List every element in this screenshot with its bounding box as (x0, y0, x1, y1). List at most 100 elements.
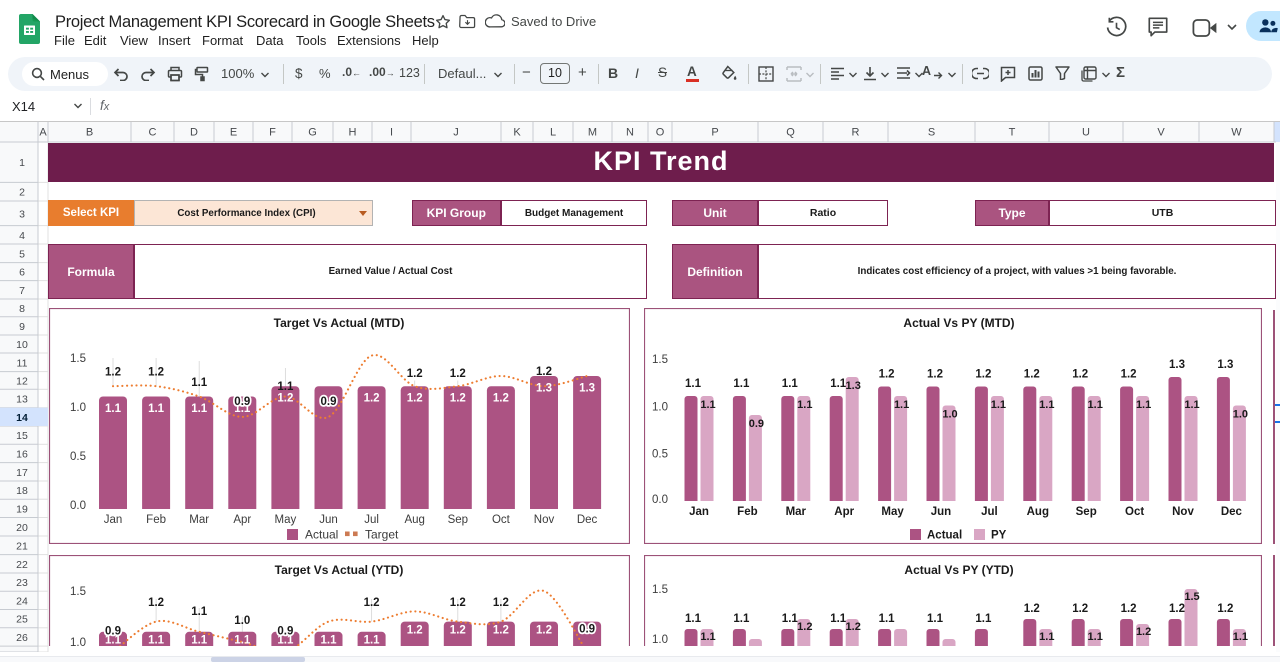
svg-text:1.1: 1.1 (975, 613, 992, 625)
svg-text:1.1: 1.1 (685, 613, 702, 625)
svg-text:0.9: 0.9 (105, 626, 121, 638)
svg-text:Nov: Nov (1172, 506, 1194, 518)
svg-text:26: 26 (16, 632, 28, 644)
svg-text:1.1: 1.1 (991, 399, 1006, 411)
svg-text:1.1: 1.1 (879, 613, 896, 625)
svg-text:1.2: 1.2 (1072, 369, 1088, 381)
svg-text:1.2: 1.2 (493, 393, 509, 405)
svg-text:V: V (1157, 127, 1165, 139)
svg-text:1.1: 1.1 (700, 631, 715, 643)
svg-text:C: C (149, 127, 157, 139)
svg-text:1.2: 1.2 (846, 621, 861, 633)
svg-text:1.1: 1.1 (191, 377, 208, 389)
svg-text:1.0: 1.0 (234, 615, 250, 627)
svg-text:1.1: 1.1 (364, 635, 381, 646)
svg-text:D: D (190, 127, 198, 139)
svg-text:1.2: 1.2 (1217, 603, 1233, 615)
svg-text:1.2: 1.2 (493, 624, 509, 636)
svg-text:Apr: Apr (834, 506, 854, 518)
svg-text:1.0: 1.0 (942, 409, 957, 421)
svg-text:13: 13 (16, 394, 28, 406)
svg-text:20: 20 (16, 522, 28, 534)
svg-text:1.1: 1.1 (782, 613, 799, 625)
svg-text:Feb: Feb (146, 514, 166, 526)
svg-text:1.1: 1.1 (733, 378, 750, 390)
svg-text:2: 2 (19, 187, 25, 199)
svg-text:May: May (275, 514, 297, 526)
svg-text:1.2: 1.2 (450, 597, 466, 609)
svg-text:Actual Vs PY (MTD): Actual Vs PY (MTD) (903, 316, 1014, 330)
svg-text:1.3: 1.3 (1169, 359, 1185, 371)
svg-text:1.1: 1.1 (277, 381, 294, 393)
svg-text:0.9: 0.9 (749, 418, 764, 430)
svg-text:1.0: 1.0 (70, 402, 86, 414)
svg-text:Nov: Nov (534, 514, 555, 526)
svg-text:Jun: Jun (931, 506, 951, 518)
svg-text:Feb: Feb (737, 506, 757, 518)
svg-text:1.1: 1.1 (700, 399, 715, 411)
svg-text:1.2: 1.2 (879, 369, 895, 381)
svg-text:5: 5 (19, 248, 25, 260)
svg-text:1.2: 1.2 (536, 366, 552, 378)
svg-text:1.3: 1.3 (579, 383, 595, 395)
svg-text:O: O (656, 127, 665, 139)
svg-text:1.1: 1.1 (148, 635, 165, 646)
svg-text:1.1: 1.1 (830, 613, 847, 625)
svg-text:6: 6 (19, 267, 25, 279)
svg-text:1: 1 (19, 157, 25, 169)
svg-text:Aug: Aug (404, 514, 424, 526)
svg-text:Target Vs Actual (MTD): Target Vs Actual (MTD) (274, 316, 405, 330)
svg-text:12: 12 (16, 376, 28, 388)
svg-text:1.5: 1.5 (70, 353, 86, 365)
svg-text:Sep: Sep (1076, 506, 1097, 518)
svg-text:9: 9 (19, 321, 25, 333)
svg-text:B: B (86, 127, 93, 139)
svg-text:M: M (588, 127, 597, 139)
svg-text:1.1: 1.1 (797, 399, 812, 411)
svg-text:F: F (269, 127, 276, 139)
svg-text:J: J (453, 127, 459, 139)
svg-text:T: T (1009, 127, 1016, 139)
svg-text:8: 8 (19, 303, 25, 315)
svg-text:G: G (308, 127, 317, 139)
svg-text:1.2: 1.2 (450, 368, 466, 380)
svg-text:1.1: 1.1 (927, 613, 944, 625)
svg-text:1.5: 1.5 (1184, 591, 1199, 603)
svg-text:1.1: 1.1 (1039, 399, 1054, 411)
svg-text:0.5: 0.5 (70, 451, 86, 463)
svg-text:21: 21 (16, 540, 28, 552)
svg-text:E: E (230, 127, 237, 139)
svg-text:Jan: Jan (689, 506, 709, 518)
svg-text:1.1: 1.1 (733, 613, 750, 625)
svg-text:1.3: 1.3 (846, 380, 861, 392)
svg-text:1.0: 1.0 (70, 637, 86, 646)
svg-text:1.1: 1.1 (1136, 399, 1151, 411)
svg-text:11: 11 (17, 357, 28, 369)
svg-text:1.1: 1.1 (894, 399, 909, 411)
svg-text:1.0: 1.0 (652, 402, 668, 414)
svg-text:L: L (550, 127, 556, 139)
svg-text:1.0: 1.0 (1233, 409, 1248, 421)
svg-text:Target: Target (365, 528, 399, 542)
svg-text:24: 24 (16, 595, 28, 607)
svg-text:14: 14 (16, 412, 28, 424)
svg-text:Jan: Jan (104, 514, 123, 526)
svg-text:1.2: 1.2 (105, 367, 121, 379)
svg-text:1.1: 1.1 (1233, 631, 1248, 643)
svg-text:1.2: 1.2 (536, 624, 552, 636)
svg-text:Dec: Dec (1221, 506, 1243, 518)
svg-text:H: H (349, 127, 357, 139)
svg-text:0.5: 0.5 (652, 449, 668, 461)
svg-text:1.2: 1.2 (493, 597, 509, 609)
svg-text:1.1: 1.1 (782, 378, 799, 390)
svg-text:Jun: Jun (319, 514, 338, 526)
svg-text:1.2: 1.2 (1072, 603, 1088, 615)
svg-text:1.2: 1.2 (148, 367, 164, 379)
svg-text:1.1: 1.1 (191, 606, 208, 618)
svg-text:Dec: Dec (577, 514, 598, 526)
svg-text:N: N (626, 127, 634, 139)
svg-text:1.1: 1.1 (105, 403, 122, 415)
svg-text:1.5: 1.5 (652, 354, 668, 366)
svg-text:Q: Q (786, 127, 795, 139)
svg-text:U: U (1082, 127, 1090, 139)
